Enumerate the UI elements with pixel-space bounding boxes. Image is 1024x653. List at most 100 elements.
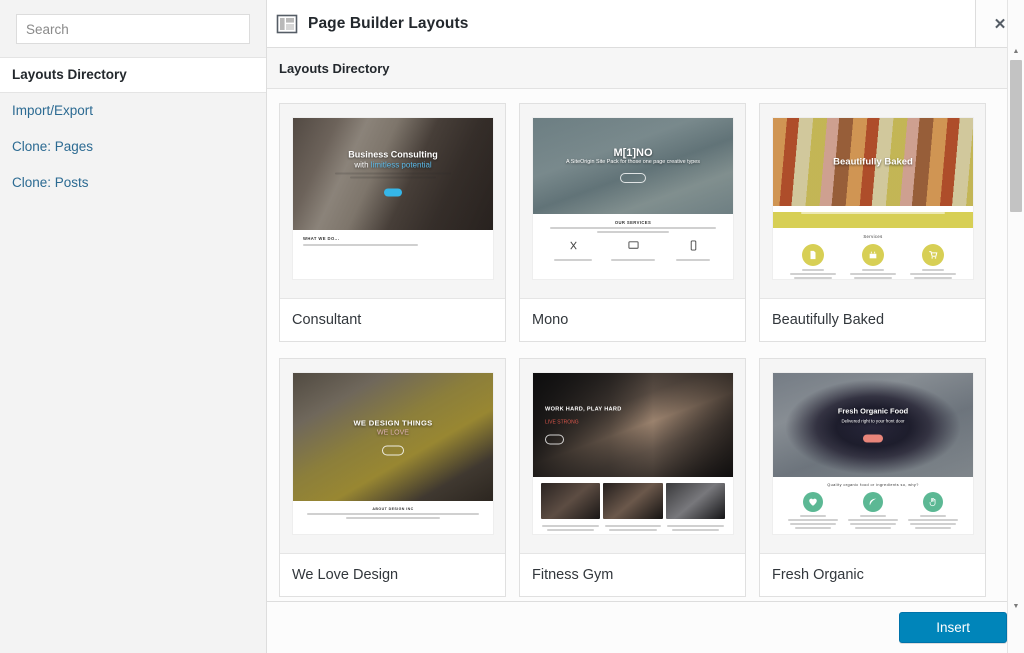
- scissors-icon: [569, 241, 577, 250]
- hero-paragraph: [293, 172, 493, 179]
- thumb-tile-row: [533, 477, 733, 523]
- close-glyph: ✕: [993, 15, 1007, 33]
- page-builder-layouts-dialog: Layouts Directory Import/Export Clone: P…: [0, 0, 1024, 653]
- thumb-section-heading: Services: [863, 234, 883, 239]
- layout-thumbnail: WORK HARD, PLAY HARD LIVE STRONG: [532, 372, 734, 535]
- vertical-scrollbar[interactable]: ▲ ▼: [1007, 0, 1024, 653]
- layout-card-title: Beautifully Baked: [760, 298, 985, 341]
- layout-card-mono[interactable]: M[1]NO A SiteOrigin Site Pack for those …: [519, 103, 746, 342]
- hero-headline: Fresh Organic Food: [837, 406, 909, 416]
- hero-subheadline: with limitless potential: [293, 161, 493, 171]
- thumb-hero: Business Consulting with limitless poten…: [293, 118, 493, 230]
- thumb-section: ABOUT DESIGN INC: [293, 501, 493, 527]
- page-title: Page Builder Layouts: [308, 14, 469, 32]
- sidebar: Layouts Directory Import/Export Clone: P…: [0, 0, 267, 653]
- hero-sub-b: creative types: [666, 159, 700, 165]
- hero-headline: Business Consulting: [348, 149, 438, 160]
- thumb-icon-cell: [786, 244, 840, 279]
- heart-icon: [803, 492, 823, 512]
- main-pane: Page Builder Layouts ✕ Layouts Directory…: [267, 0, 1024, 653]
- thumb-section: OUR SERVICES: [533, 214, 733, 269]
- sidebar-item-clone-pages[interactable]: Clone: Pages: [0, 129, 266, 165]
- search-container: [0, 0, 266, 57]
- hero-headline: M[1]NO: [613, 147, 653, 159]
- scrollbar-thumb[interactable]: [1010, 60, 1022, 212]
- thumb-icon-cell: [846, 244, 900, 279]
- layout-card-consultant[interactable]: Business Consulting with limitless poten…: [279, 103, 506, 342]
- layout-card-title: Mono: [520, 298, 745, 341]
- thumb-icon-cell: [906, 244, 960, 279]
- thumb-icon-cell: [786, 492, 840, 531]
- thumb-icon-row: [783, 492, 963, 531]
- thumb-icon-cell: [906, 492, 960, 531]
- thumbnail-padding: Business Consulting with limitless poten…: [280, 104, 505, 298]
- hero-subheadline: Delivered right to your front door: [841, 418, 905, 424]
- hero-headline: WE DESIGN THINGS: [353, 418, 433, 428]
- sidebar-item-label: Clone: Posts: [12, 175, 89, 190]
- thumb-hero-text: WORK HARD, PLAY HARD LIVE STRONG: [533, 405, 733, 446]
- layouts-grid-scroll[interactable]: Business Consulting with limitless poten…: [267, 89, 1024, 653]
- thumb-tile: [665, 483, 725, 519]
- thumb-hero-text: Beautifully Baked: [773, 157, 973, 168]
- hero-headline: WORK HARD, PLAY HARD: [545, 406, 622, 413]
- hero-cta-button: [545, 434, 564, 445]
- layouts-grid: Business Consulting with limitless poten…: [279, 103, 1012, 613]
- sidebar-item-clone-posts[interactable]: Clone: Posts: [0, 165, 266, 201]
- thumb-section-heading: OUR SERVICES: [614, 220, 652, 225]
- hero-cta-button: [619, 173, 647, 183]
- hero-subheadline: A SiteOrigin Site Pack for those one pag…: [533, 159, 733, 166]
- thumb-icon-row: [543, 238, 723, 263]
- layout-thumbnail: Fresh Organic Food Delivered right to yo…: [772, 372, 974, 535]
- thumbnail-padding: Beautifully Baked Services: [760, 104, 985, 298]
- thumb-icon-row: [783, 244, 963, 279]
- scroll-down-icon[interactable]: ▼: [1008, 598, 1024, 615]
- hand-icon: [923, 492, 943, 512]
- thumb-accent-band: [773, 212, 973, 228]
- layout-thumbnail: Business Consulting with limitless poten…: [292, 117, 494, 280]
- dialog-titlebar: Page Builder Layouts ✕: [267, 0, 1024, 48]
- thumb-section: WHAT WE DO...: [293, 230, 493, 254]
- section-header: Layouts Directory: [267, 48, 1024, 89]
- thumb-section-heading: WHAT WE DO...: [303, 236, 340, 241]
- thumb-hero-text: Fresh Organic Food Delivered right to yo…: [773, 406, 973, 445]
- hero-sub-b: limitless potential: [370, 160, 432, 170]
- thumb-hero: M[1]NO A SiteOrigin Site Pack for those …: [533, 118, 733, 214]
- thumb-hero-text: WE DESIGN THINGS WE LOVE: [293, 418, 493, 457]
- thumbnail-padding: WORK HARD, PLAY HARD LIVE STRONG: [520, 359, 745, 553]
- thumb-icon-cell: [666, 238, 720, 263]
- leaf-icon: [863, 492, 883, 512]
- thumbnail-padding: Fresh Organic Food Delivered right to yo…: [760, 359, 985, 553]
- layout-icon: [276, 13, 298, 35]
- hero-cta-button: [383, 188, 403, 197]
- sidebar-item-layouts-directory[interactable]: Layouts Directory: [0, 57, 266, 93]
- thumb-icon-cell: [606, 238, 660, 263]
- sidebar-item-import-export[interactable]: Import/Export: [0, 93, 266, 129]
- layout-thumbnail: WE DESIGN THINGS WE LOVE ABOUT DESIGN IN…: [292, 372, 494, 535]
- scroll-up-icon[interactable]: ▲: [1008, 43, 1024, 60]
- thumb-tile: [603, 483, 663, 519]
- layout-card-fresh-organic[interactable]: Fresh Organic Food Delivered right to yo…: [759, 358, 986, 597]
- thumb-hero-text: M[1]NO A SiteOrigin Site Pack for those …: [533, 148, 733, 184]
- search-input[interactable]: [16, 14, 250, 44]
- layout-card-beautifully-baked[interactable]: Beautifully Baked Services Beautifully B…: [759, 103, 986, 342]
- layout-thumbnail: Beautifully Baked Services: [772, 117, 974, 280]
- dialog-footer: Insert: [267, 601, 1024, 653]
- hero-subheadline: LIVE STRONG: [545, 419, 579, 426]
- hero-cta-button: [862, 434, 884, 443]
- layout-card-we-love-design[interactable]: WE DESIGN THINGS WE LOVE ABOUT DESIGN IN…: [279, 358, 506, 597]
- section-title: Layouts Directory: [279, 60, 390, 76]
- cake-icon: [862, 244, 884, 266]
- thumb-icon-cell: [546, 238, 600, 263]
- thumb-hero: WORK HARD, PLAY HARD LIVE STRONG: [533, 373, 733, 477]
- thumb-section: Services: [773, 228, 973, 279]
- layout-card-title: Fresh Organic: [760, 553, 985, 596]
- sidebar-item-label: Clone: Pages: [12, 139, 94, 154]
- thumbnail-padding: WE DESIGN THINGS WE LOVE ABOUT DESIGN IN…: [280, 359, 505, 553]
- layout-card-fitness-gym[interactable]: WORK HARD, PLAY HARD LIVE STRONG Fitness…: [519, 358, 746, 597]
- thumb-section: Quality organic food or ingredients so, …: [773, 477, 973, 534]
- insert-button[interactable]: Insert: [899, 612, 1007, 643]
- hero-sub-a: A SiteOrigin Site Pack for those one pag…: [566, 159, 667, 165]
- document-icon: [802, 244, 824, 266]
- sidebar-nav: Layouts Directory Import/Export Clone: P…: [0, 57, 266, 201]
- hero-cta-button: [381, 445, 405, 456]
